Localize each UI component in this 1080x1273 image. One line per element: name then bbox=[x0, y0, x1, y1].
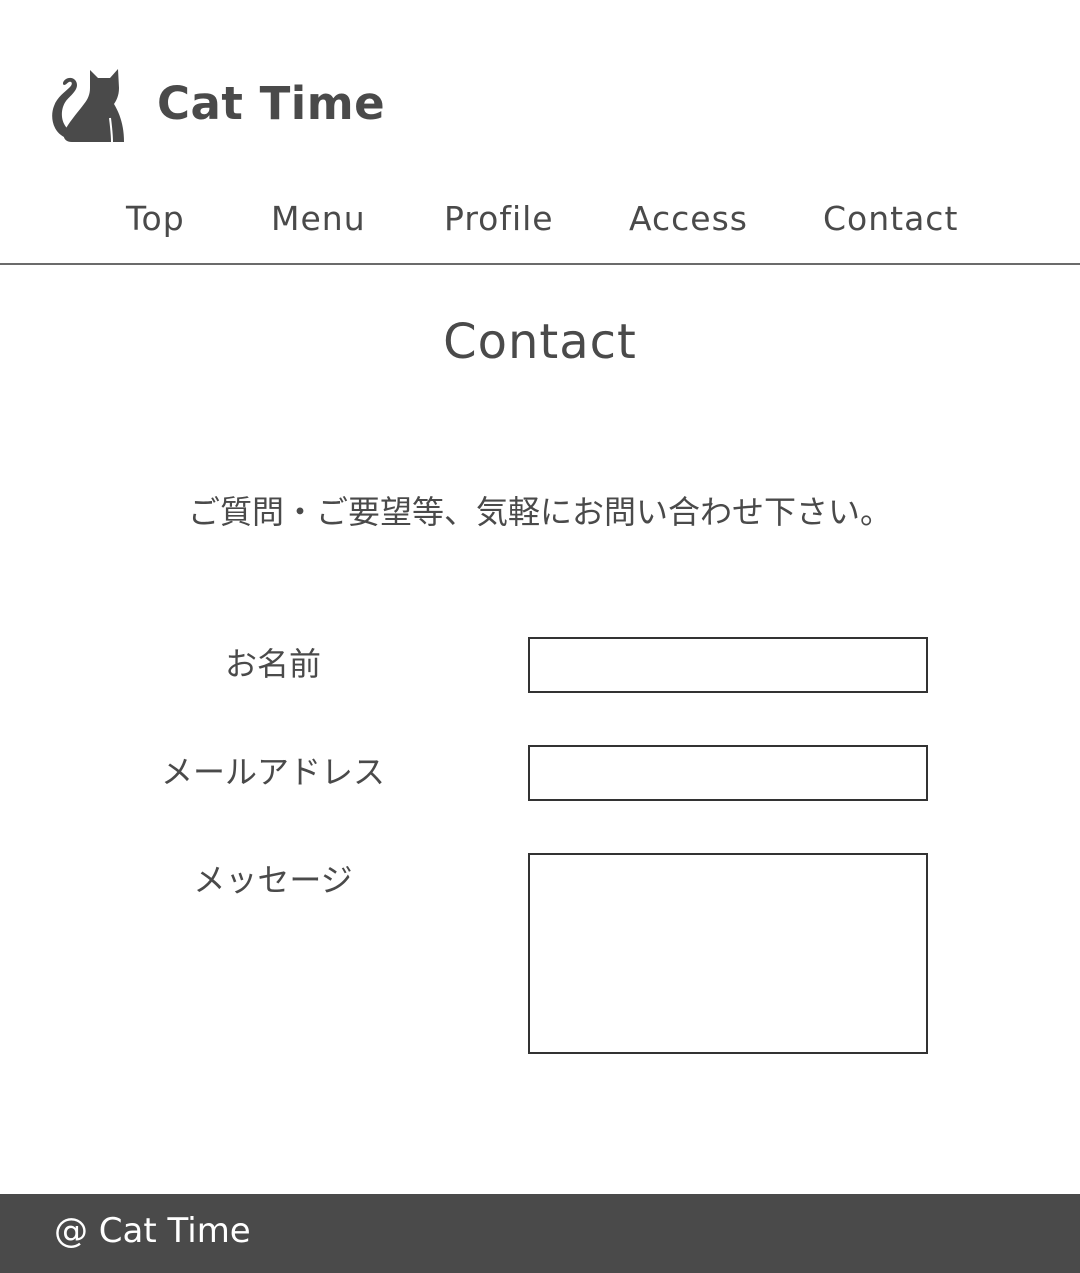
email-label: メールアドレス bbox=[160, 753, 385, 791]
message-textarea[interactable] bbox=[528, 853, 928, 1054]
footer-copyright: @ Cat Time bbox=[54, 1211, 251, 1251]
email-input[interactable] bbox=[528, 745, 928, 801]
site-title[interactable]: Cat Time bbox=[157, 74, 385, 134]
page-title: Contact bbox=[443, 314, 637, 370]
name-input[interactable] bbox=[528, 637, 928, 693]
header-divider bbox=[0, 263, 1080, 265]
nav-item-access[interactable]: Access bbox=[629, 196, 748, 242]
cat-icon bbox=[52, 69, 124, 143]
page: Cat Time Top Menu Profile Access Contact… bbox=[0, 0, 1080, 1273]
name-label: お名前 bbox=[224, 645, 321, 683]
nav-item-contact[interactable]: Contact bbox=[823, 196, 958, 242]
nav-item-profile[interactable]: Profile bbox=[444, 196, 554, 242]
main-nav: Top Menu Profile Access Contact bbox=[0, 196, 1080, 242]
logo-link[interactable] bbox=[48, 66, 128, 144]
site-footer: @ Cat Time bbox=[0, 1194, 1080, 1273]
nav-item-top[interactable]: Top bbox=[126, 196, 185, 242]
nav-item-menu[interactable]: Menu bbox=[271, 196, 366, 242]
intro-text: ご質問・ご要望等、気軽にお問い合わせ下さい。 bbox=[187, 493, 892, 531]
message-label: メッセージ bbox=[193, 861, 353, 899]
